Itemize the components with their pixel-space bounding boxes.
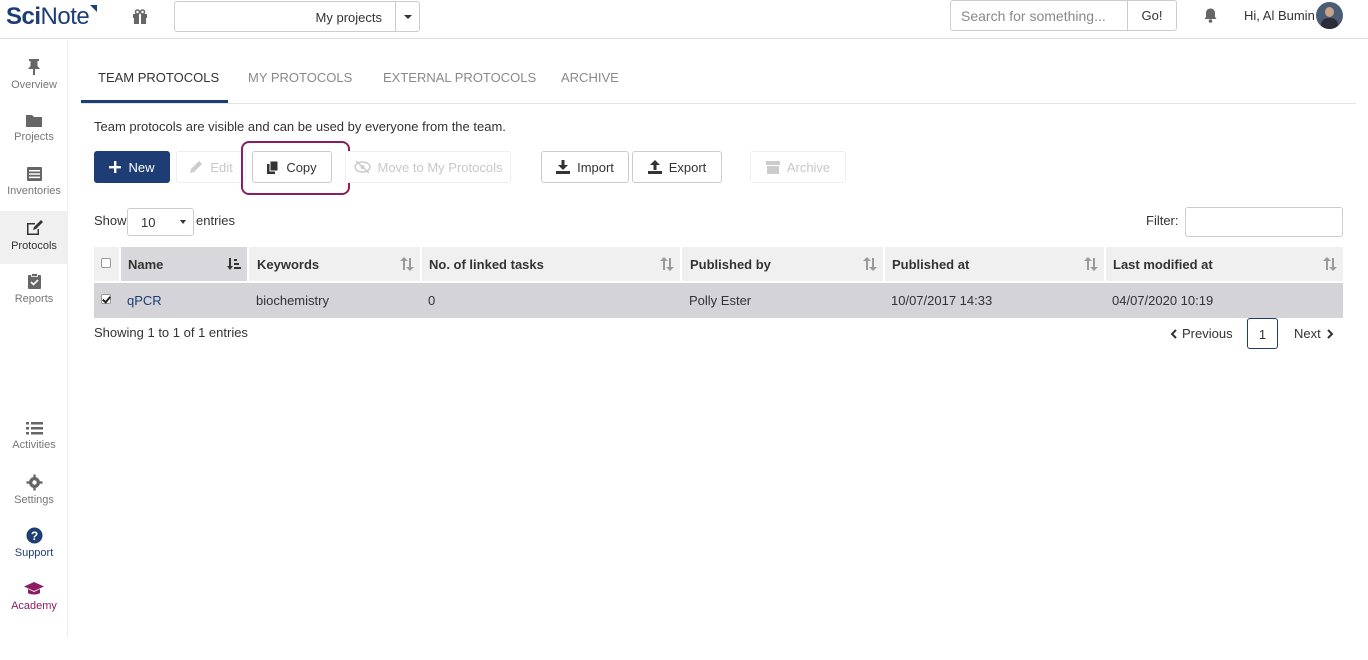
- table-info: Showing 1 to 1 of 1 entries: [94, 325, 248, 340]
- sidebar-item-label: Academy: [11, 600, 57, 612]
- tab-external-protocols[interactable]: EXTERNAL PROTOCOLS: [383, 70, 536, 85]
- tab-archive[interactable]: ARCHIVE: [561, 70, 619, 85]
- folder-icon: [26, 115, 42, 127]
- sidebar-item-projects[interactable]: Projects: [0, 113, 68, 166]
- move-to-my-protocols-button[interactable]: Move to My Protocols: [345, 151, 511, 183]
- graduation-cap-icon: [24, 582, 44, 595]
- select-all-checkbox[interactable]: [101, 258, 111, 268]
- cell-linked-tasks: 0: [428, 293, 436, 308]
- sort-icon: [1084, 257, 1098, 271]
- row-checkbox[interactable]: [101, 294, 111, 304]
- plus-icon: [109, 161, 122, 173]
- sidebar-item-label: Overview: [11, 79, 57, 91]
- sidebar-item-label: Support: [14, 547, 54, 559]
- list-box-icon: [26, 167, 42, 181]
- table-row[interactable]: qPCR biochemistry 0 Polly Ester 10/07/20…: [94, 283, 1343, 318]
- sort-icon: [863, 257, 877, 271]
- gift-icon[interactable]: [131, 8, 149, 26]
- bell-icon[interactable]: [1202, 7, 1219, 24]
- copy-highlight-annotation: [241, 141, 350, 195]
- entries-label: entries: [196, 213, 236, 228]
- protocol-tabs: TEAM PROTOCOLS MY PROTOCOLS EXTERNAL PRO…: [81, 56, 1356, 104]
- protocols-table: Name Keywords No. of linked tasks Publis…: [94, 247, 1343, 318]
- project-select-value: My projects: [315, 10, 382, 25]
- column-header-name[interactable]: Name: [121, 247, 249, 281]
- pencil-icon: [190, 161, 203, 173]
- scinote-logo[interactable]: SciNote: [6, 3, 98, 31]
- sort-icon: [1323, 257, 1337, 271]
- select-all-header: [94, 247, 121, 281]
- sidebar-item-label: Reports: [14, 293, 54, 305]
- sidebar-item-reports[interactable]: Reports: [0, 273, 68, 326]
- tab-team-protocols[interactable]: TEAM PROTOCOLS: [98, 70, 219, 85]
- export-button[interactable]: Export: [632, 151, 722, 183]
- filter-input[interactable]: [1185, 207, 1343, 237]
- list-icon: [25, 422, 43, 435]
- active-tab-indicator: [81, 100, 228, 103]
- column-header-keywords[interactable]: Keywords: [250, 247, 422, 281]
- gear-icon: [26, 474, 42, 491]
- import-button[interactable]: Import: [541, 151, 629, 183]
- archive-icon: [765, 160, 780, 174]
- pin-icon: [28, 59, 40, 75]
- project-select[interactable]: My projects: [174, 1, 420, 32]
- sidebar-item-overview[interactable]: Overview: [0, 58, 68, 111]
- search-input[interactable]: [950, 0, 1128, 31]
- sidebar-item-label: Settings: [14, 494, 54, 506]
- next-page-button[interactable]: Next: [1294, 326, 1334, 341]
- sidebar-item-label: Inventories: [7, 185, 61, 197]
- new-button[interactable]: New: [94, 151, 170, 183]
- clipboard-icon: [27, 273, 41, 289]
- chevron-down-icon[interactable]: [395, 2, 419, 31]
- sidebar: Overview Projects Inventories Protocols …: [0, 40, 68, 638]
- sidebar-item-label: Protocols: [11, 240, 57, 252]
- tab-my-protocols[interactable]: MY PROTOCOLS: [248, 70, 352, 85]
- sidebar-item-academy[interactable]: Academy: [0, 581, 68, 634]
- previous-page-button[interactable]: Previous: [1170, 326, 1233, 341]
- current-page-button[interactable]: 1: [1247, 318, 1278, 349]
- sidebar-item-protocols[interactable]: Protocols: [0, 211, 68, 264]
- question-icon: ?: [26, 527, 42, 544]
- svg-text:?: ?: [30, 529, 37, 543]
- column-header-linked-tasks[interactable]: No. of linked tasks: [422, 247, 682, 281]
- sidebar-item-activities[interactable]: Activities: [0, 421, 68, 474]
- sidebar-item-label: Activities: [12, 439, 56, 451]
- eye-slash-icon: [353, 161, 371, 173]
- protocol-name-link[interactable]: qPCR: [127, 293, 162, 308]
- column-header-published-at[interactable]: Published at: [885, 247, 1106, 281]
- sidebar-item-support[interactable]: ? Support: [0, 527, 68, 580]
- sidebar-item-label: Projects: [14, 131, 54, 143]
- cell-last-modified: 04/07/2020 10:19: [1112, 293, 1214, 308]
- cell-keywords: biochemistry: [256, 293, 329, 308]
- user-greeting[interactable]: Hi, Al Bumin: [1244, 8, 1315, 23]
- edit-button[interactable]: Edit: [176, 151, 246, 183]
- search-go-button[interactable]: Go!: [1127, 0, 1177, 31]
- column-header-last-modified[interactable]: Last modified at: [1106, 247, 1343, 281]
- chevron-right-icon: [1327, 329, 1334, 339]
- column-header-published-by[interactable]: Published by: [683, 247, 885, 281]
- table-header: Name Keywords No. of linked tasks Publis…: [94, 247, 1343, 281]
- archive-button[interactable]: Archive: [750, 151, 846, 183]
- sort-asc-icon: [227, 258, 241, 270]
- download-icon: [556, 160, 571, 174]
- chevron-left-icon: [1170, 329, 1177, 339]
- upload-icon: [647, 160, 662, 174]
- tab-description: Team protocols are visible and can be us…: [94, 119, 506, 134]
- entries-per-page-select[interactable]: 10: [127, 208, 194, 236]
- top-navbar: SciNote My projects Go! Hi, Al Bumin: [0, 0, 1368, 39]
- cell-published-at: 10/07/2017 14:33: [891, 293, 993, 308]
- sidebar-item-settings[interactable]: Settings: [0, 474, 68, 527]
- show-label: Show: [94, 213, 127, 228]
- filter-label: Filter:: [1146, 213, 1179, 228]
- avatar[interactable]: [1316, 2, 1343, 29]
- sort-icon: [660, 257, 674, 271]
- sort-icon: [400, 257, 414, 271]
- edit-icon: [27, 220, 43, 235]
- cell-published-by: Polly Ester: [689, 293, 752, 308]
